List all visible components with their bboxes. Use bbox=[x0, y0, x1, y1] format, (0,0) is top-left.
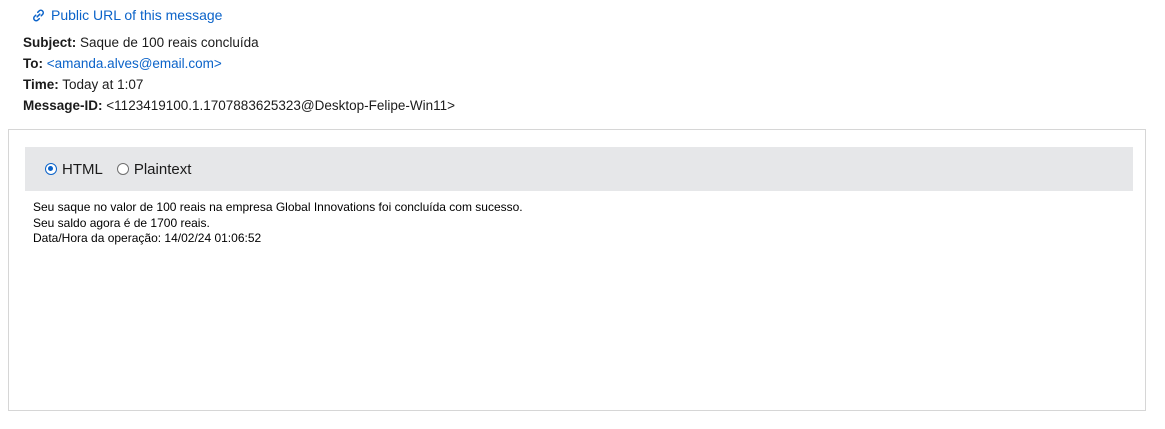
html-radio-label[interactable]: HTML bbox=[62, 161, 103, 178]
body-line: Seu saldo agora é de 1700 reais. bbox=[33, 215, 210, 230]
link-icon bbox=[31, 8, 46, 23]
time-row: Time: Today at 1:07 bbox=[23, 74, 455, 95]
html-radio-button[interactable] bbox=[45, 163, 57, 175]
plaintext-radio-option[interactable]: Plaintext bbox=[116, 161, 192, 178]
message-id-value: <1123419100.1.1707883625323@Desktop-Feli… bbox=[106, 98, 456, 113]
message-view: Public URL of this message Subject: Saqu… bbox=[0, 0, 1165, 429]
to-row: To: <amanda.alves@email.com> bbox=[23, 53, 455, 74]
public-url-link[interactable]: Public URL of this message bbox=[31, 6, 222, 24]
html-radio-option[interactable]: HTML bbox=[45, 161, 103, 178]
subject-value: Saque de 100 reais concluída bbox=[80, 35, 259, 50]
time-key: Time: bbox=[23, 77, 59, 92]
body-line: Data/Hora da operação: 14/02/24 01:06:52 bbox=[33, 231, 262, 245]
plaintext-radio-label[interactable]: Plaintext bbox=[134, 161, 192, 178]
message-headers: Subject: Saque de 100 reais concluída To… bbox=[23, 32, 455, 116]
view-toggle-bar: HTML Plaintext bbox=[25, 147, 1133, 191]
message-id-row: Message-ID: <1123419100.1.1707883625323@… bbox=[23, 95, 455, 116]
time-value: Today at 1:07 bbox=[62, 77, 144, 92]
message-body: Seu saque no valor de 100 reais na empre… bbox=[33, 200, 523, 247]
message-frame: HTML Plaintext Seu saque no valor de 100… bbox=[8, 129, 1146, 411]
message-id-key: Message-ID: bbox=[23, 98, 103, 113]
to-address-link[interactable]: <amanda.alves@email.com> bbox=[47, 56, 222, 71]
body-line: Seu saque no valor de 100 reais na empre… bbox=[33, 200, 523, 214]
to-key: To: bbox=[23, 56, 43, 71]
public-url-label[interactable]: Public URL of this message bbox=[51, 6, 222, 24]
subject-key: Subject: bbox=[23, 35, 77, 50]
subject-row: Subject: Saque de 100 reais concluída bbox=[23, 32, 455, 53]
plaintext-radio-button[interactable] bbox=[116, 163, 129, 175]
